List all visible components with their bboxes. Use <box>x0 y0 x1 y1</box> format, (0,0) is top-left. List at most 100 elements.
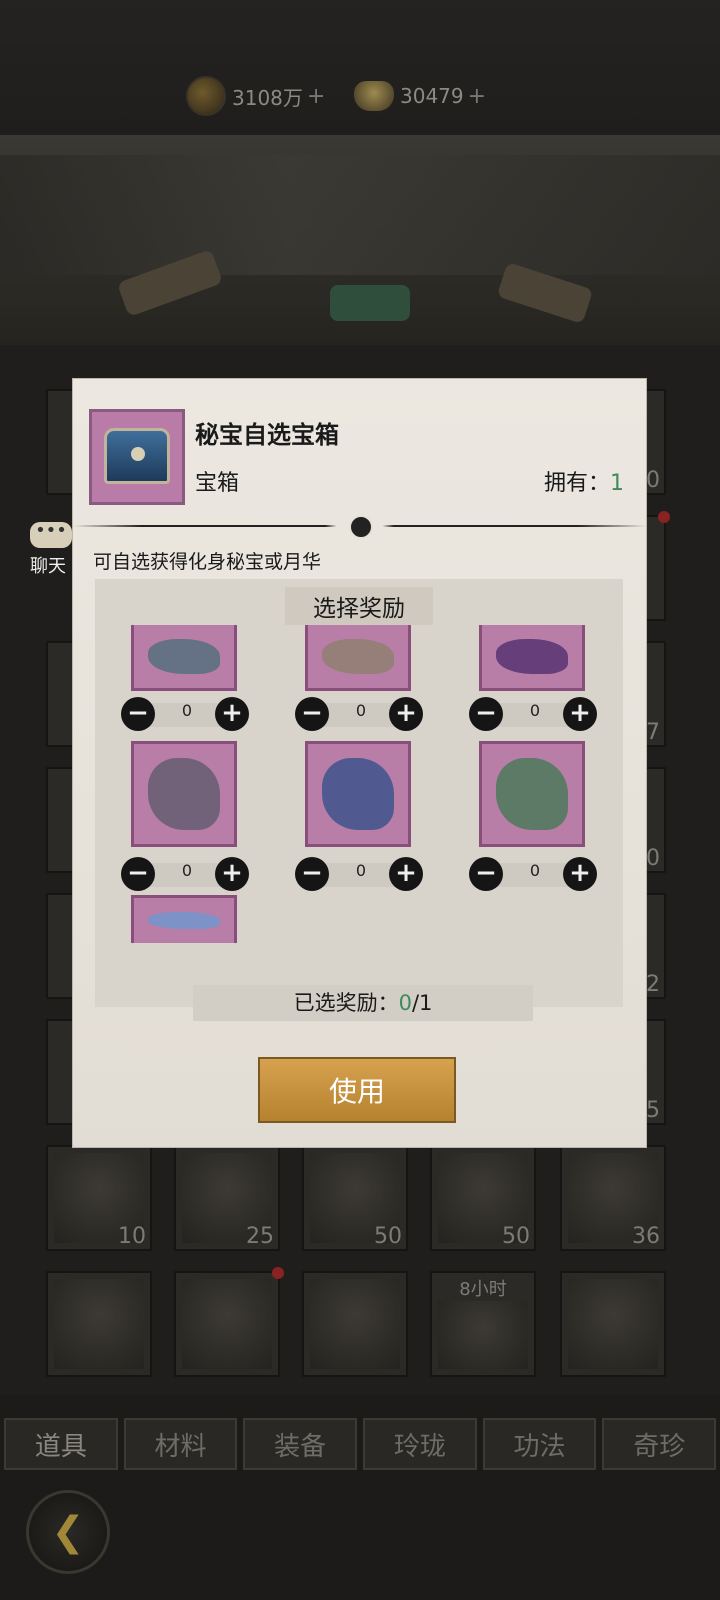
item-title: 秘宝自选宝箱 <box>195 421 339 449</box>
inventory-slot[interactable]: 36 <box>560 1145 666 1251</box>
slot-count: 2 <box>646 972 660 997</box>
cloth-prop <box>330 285 410 321</box>
quantity-stepper: − 0 + <box>295 857 423 891</box>
tab-skills[interactable]: 功法 <box>482 1418 597 1470</box>
tab-equipment[interactable]: 装备 <box>243 1418 358 1470</box>
jade-chest-icon <box>54 1279 144 1369</box>
owned-value: 1 <box>610 471 624 496</box>
quantity-value: 0 <box>355 701 367 720</box>
inventory-slot[interactable]: 8小时 <box>430 1271 536 1377</box>
quantity-value: 0 <box>355 861 367 880</box>
slot-count: 0 <box>646 468 660 493</box>
chevron-left-icon: ❮ <box>51 1509 85 1555</box>
chat-label: 聊天 <box>30 556 66 577</box>
selected-max: /1 <box>411 991 433 1015</box>
decrease-button[interactable]: − <box>469 697 503 731</box>
decrease-button[interactable]: − <box>295 697 329 731</box>
quantity-value: 0 <box>529 861 541 880</box>
quantity-value: 0 <box>181 861 193 880</box>
increase-button[interactable]: + <box>389 857 423 891</box>
owned-label: 拥有： <box>543 471 610 496</box>
slot-count: 50 <box>374 1224 402 1249</box>
inventory-slot[interactable] <box>174 1267 284 1377</box>
quantity-stepper: − 0 + <box>469 857 597 891</box>
increase-button[interactable]: + <box>215 697 249 731</box>
inventory-slot[interactable]: 10 <box>46 1145 152 1251</box>
reward-selection-panel: 选择奖励 − 0 + − 0 + − 0 + − 0 + − 0 + − 0 + <box>95 579 623 1007</box>
tab-items[interactable]: 道具 <box>4 1418 118 1470</box>
divider <box>73 515 646 539</box>
owned-count: 拥有：1 <box>544 465 624 497</box>
stone-tablet-icon <box>131 741 237 847</box>
selected-label: 已选奖励： <box>293 991 399 1015</box>
taiji-icon <box>349 515 373 539</box>
gift-box-icon <box>182 1279 272 1369</box>
timer-label: 8小时 <box>459 1279 507 1300</box>
armor-cloth-icon <box>305 625 411 691</box>
slot-count: 5 <box>646 1098 660 1123</box>
item-type: 宝箱 <box>195 471 240 496</box>
increase-button[interactable]: + <box>389 697 423 731</box>
reward-item[interactable] <box>125 895 251 1055</box>
add-gold-icon[interactable]: + <box>468 84 486 109</box>
reward-item[interactable]: − 0 + <box>121 741 251 901</box>
selected-value: 0 <box>398 991 412 1015</box>
scene-wall <box>0 155 720 275</box>
quantity-stepper: − 0 + <box>121 857 249 891</box>
quantity-stepper: − 0 + <box>295 697 423 731</box>
increase-button[interactable]: + <box>215 857 249 891</box>
item-description: 可自选获得化身秘宝或月华 <box>93 551 322 573</box>
slot-count: 25 <box>246 1224 274 1249</box>
chat-bubble-icon: ••• <box>30 522 72 548</box>
gold-pile-icon <box>438 1301 528 1369</box>
increase-button[interactable]: + <box>563 857 597 891</box>
chat-button[interactable]: ••• 聊天 <box>30 522 78 577</box>
slot-count: 36 <box>632 1224 660 1249</box>
background-scene <box>0 135 720 345</box>
item-detail-dialog: 秘宝自选宝箱 宝箱 拥有：1 可自选获得化身秘宝或月华 选择奖励 − 0 + −… <box>73 379 646 1147</box>
tab-linglong[interactable]: 玲珑 <box>363 1418 477 1470</box>
quantity-stepper: − 0 + <box>469 697 597 731</box>
red-dot-badge <box>272 1267 284 1279</box>
scroll-icon <box>310 1279 400 1369</box>
decrease-button[interactable]: − <box>121 857 155 891</box>
jade-scepter-icon <box>479 741 585 847</box>
treasure-chest-icon <box>104 428 170 484</box>
tab-treasures[interactable]: 奇珍 <box>602 1418 717 1470</box>
slot-count: 50 <box>502 1224 530 1249</box>
tab-materials[interactable]: 材料 <box>123 1418 238 1470</box>
quantity-value: 0 <box>181 701 193 720</box>
top-bar: 3108万 + 30479 + <box>0 0 720 135</box>
slot-count: 10 <box>118 1224 146 1249</box>
item-icon-frame <box>89 409 185 505</box>
gold-amount: 30479 <box>400 84 464 108</box>
inventory-slot[interactable] <box>302 1271 408 1377</box>
decrease-button[interactable]: − <box>469 857 503 891</box>
gold-ingot-icon <box>354 81 394 111</box>
reward-item[interactable]: − 0 + <box>295 741 425 901</box>
selected-reward-counter: 已选奖励：0/1 <box>193 985 533 1021</box>
gold-ingot-display[interactable]: 30479 + <box>354 76 486 116</box>
increase-button[interactable]: + <box>563 697 597 731</box>
copper-coin-icon <box>186 76 226 116</box>
inventory-slot[interactable]: 50 <box>302 1145 408 1251</box>
decrease-button[interactable]: − <box>121 697 155 731</box>
inventory-slot[interactable]: 50 <box>430 1145 536 1251</box>
use-button[interactable]: 使用 <box>258 1057 456 1123</box>
crane-statue-icon <box>131 625 237 691</box>
quantity-stepper: − 0 + <box>121 697 249 731</box>
panel-title: 选择奖励 <box>285 587 433 625</box>
back-button[interactable]: ❮ <box>26 1490 110 1574</box>
copper-coin-display[interactable]: 3108万 + <box>186 76 325 116</box>
inventory-slot[interactable]: 25 <box>174 1145 280 1251</box>
inventory-slot[interactable] <box>560 1271 666 1377</box>
reward-item[interactable]: − 0 + <box>469 741 599 901</box>
slot-count: 0 <box>646 846 660 871</box>
add-copper-icon[interactable]: + <box>307 84 325 109</box>
blue-shield-icon <box>305 741 411 847</box>
decrease-button[interactable]: − <box>295 857 329 891</box>
quantity-value: 0 <box>529 701 541 720</box>
slot-count: 7 <box>646 720 660 745</box>
inventory-slot[interactable] <box>46 1271 152 1377</box>
red-dot-badge <box>658 511 670 523</box>
